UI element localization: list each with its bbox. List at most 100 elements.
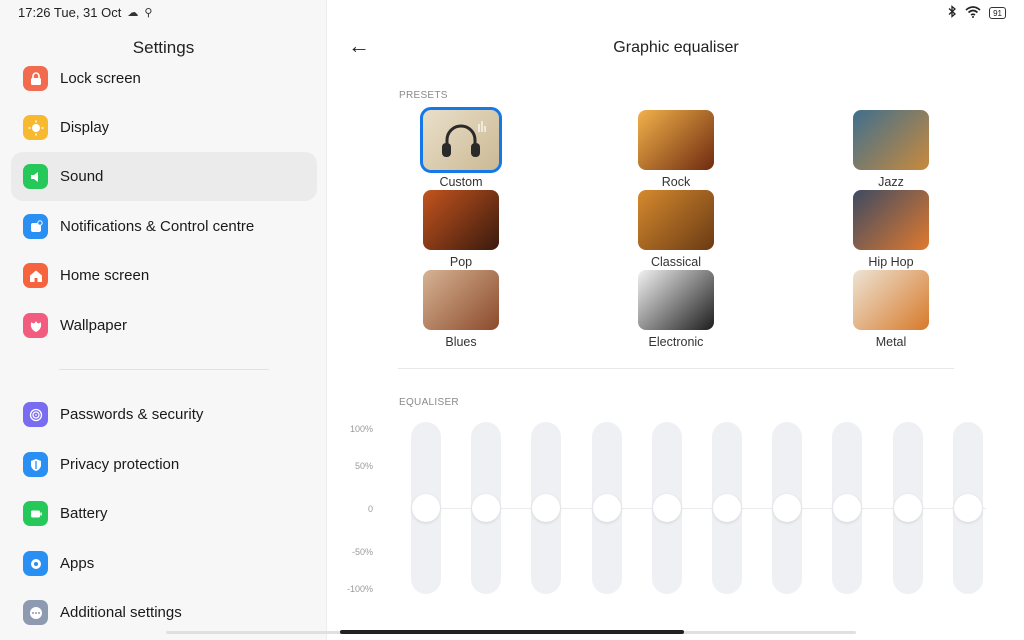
status-time: 17:26 Tue, 31 Oct (18, 5, 122, 20)
preset-pop[interactable]: Pop (411, 190, 511, 269)
eq-band-knob[interactable] (652, 494, 681, 522)
eq-band-knob[interactable] (472, 494, 501, 522)
sidebar-item-passwords-security[interactable]: Passwords & security (11, 390, 317, 439)
sidebar-item-wallpaper[interactable]: Wallpaper (11, 301, 317, 350)
sidebar-item-label: Passwords & security (60, 406, 204, 423)
sidebar-item-label: Display (60, 119, 110, 136)
sidebar-item-label: Sound (60, 168, 104, 185)
eq-band-knob[interactable] (773, 494, 802, 522)
speaker-icon (23, 164, 48, 189)
usb-icon: ⚲ (144, 7, 153, 19)
sun-icon (23, 115, 48, 140)
lock-icon (23, 66, 48, 91)
preset-hip-hop[interactable]: Hip Hop (841, 190, 941, 269)
preset-blues[interactable]: Blues (411, 270, 511, 349)
sidebar-item-home-screen[interactable]: Home screen (11, 251, 317, 300)
preset-custom[interactable]: Custom (411, 107, 511, 189)
page-title: Graphic equaliser (613, 39, 739, 56)
flower-icon (23, 313, 48, 338)
status-bar-left: 17:26 Tue, 31 Oct ☁ ⚲ (18, 5, 152, 20)
preset-thumbnail (638, 270, 714, 330)
sidebar-item-label: Home screen (60, 267, 150, 284)
sidebar-item-label: Notifications & Control centre (60, 218, 255, 235)
preset-classical[interactable]: Classical (626, 190, 726, 269)
sidebar-item-label: Lock screen (60, 70, 141, 87)
eq-band-slider-4[interactable] (591, 422, 622, 594)
eq-band-slider-7[interactable] (772, 422, 803, 594)
preset-label: Metal (875, 335, 907, 349)
eq-band-knob[interactable] (953, 494, 982, 522)
presets-section-label: PRESETS (399, 90, 448, 101)
eq-band-knob[interactable] (532, 494, 561, 522)
y-tick-label: 100% (349, 424, 373, 434)
preset-jazz[interactable]: Jazz (841, 110, 941, 189)
preset-thumbnail (853, 270, 929, 330)
sidebar-item-sound[interactable]: Sound (11, 152, 317, 201)
sidebar-item-label: Wallpaper (60, 317, 127, 334)
sidebar-item-apps[interactable]: Apps (11, 539, 317, 588)
preset-thumbnail (638, 190, 714, 250)
equaliser-panel: 91 ← Graphic equaliser PRESETS Custom Roc… (328, 0, 1024, 640)
preset-thumbnail (420, 107, 502, 173)
menu-divider (59, 369, 269, 370)
eq-band-knob[interactable] (412, 494, 440, 522)
preset-thumbnail (423, 270, 499, 330)
preset-thumbnail (853, 190, 929, 250)
preset-label: Custom (439, 175, 483, 189)
eq-band-knob[interactable] (833, 494, 862, 522)
equaliser-section-label: EQUALISER (399, 397, 459, 408)
more-icon (23, 600, 48, 625)
eq-band-slider-2[interactable] (471, 422, 502, 594)
cloud-icon: ☁ (127, 7, 139, 19)
home-indicator[interactable] (340, 630, 684, 634)
sidebar-item-display[interactable]: Display (11, 103, 317, 152)
preset-electronic[interactable]: Electronic (626, 270, 726, 349)
eq-band-slider-8[interactable] (832, 422, 863, 594)
eq-band-slider-5[interactable] (651, 422, 682, 594)
y-tick-label: -100% (346, 584, 373, 594)
sidebar-item-lock-screen[interactable]: Lock screen (11, 54, 317, 103)
home-icon (23, 263, 48, 288)
preset-label: Hip Hop (868, 255, 914, 269)
preset-metal[interactable]: Metal (841, 270, 941, 349)
privacy-icon (23, 452, 48, 477)
sidebar-item-additional-settings[interactable]: Additional settings (11, 588, 317, 637)
preset-thumbnail (638, 110, 714, 170)
preset-label: Blues (445, 335, 477, 349)
sidebar-item-battery[interactable]: Battery (11, 489, 317, 538)
sidebar-item-label: Battery (60, 505, 108, 522)
preset-label: Classical (650, 255, 701, 269)
preset-label: Jazz (878, 175, 904, 189)
notification-icon (23, 214, 48, 239)
eq-band-slider-6[interactable] (712, 422, 742, 594)
sidebar-item-privacy-protection[interactable]: Privacy protection (11, 440, 317, 489)
y-tick-label: 50% (354, 461, 373, 471)
eq-band-slider-10[interactable] (952, 422, 983, 594)
sidebar-item-label: Privacy protection (60, 456, 180, 473)
y-tick-label: -50% (351, 547, 373, 557)
preset-label: Pop (449, 255, 473, 269)
status-bar-right: 91 (947, 5, 1006, 21)
battery-indicator: 91 (989, 7, 1006, 19)
preset-thumbnail (423, 190, 499, 250)
preset-label: Electronic (648, 335, 704, 349)
gear-icon (23, 551, 48, 576)
eq-band-knob[interactable] (893, 494, 922, 522)
eq-band-slider-9[interactable] (892, 422, 923, 594)
sidebar-item-notifications[interactable]: Notifications & Control centre (11, 202, 317, 251)
eq-band-knob[interactable] (713, 494, 741, 522)
battery-icon (23, 501, 48, 526)
sidebar-item-label: Additional settings (60, 604, 182, 621)
preset-rock[interactable]: Rock (626, 110, 726, 189)
eq-band-slider-3[interactable] (531, 422, 562, 594)
sidebar-item-label: Apps (60, 555, 95, 572)
section-divider (398, 368, 954, 369)
preset-label: Rock (661, 175, 691, 189)
eq-band-knob[interactable] (592, 494, 621, 522)
y-tick-label: 0 (367, 504, 373, 514)
wifi-icon (965, 5, 981, 21)
fingerprint-icon (23, 402, 48, 427)
settings-sidebar: 17:26 Tue, 31 Oct ☁ ⚲ Settings Lock scre… (0, 0, 327, 640)
bluetooth-icon (947, 5, 957, 21)
eq-band-slider-1[interactable] (411, 422, 441, 594)
